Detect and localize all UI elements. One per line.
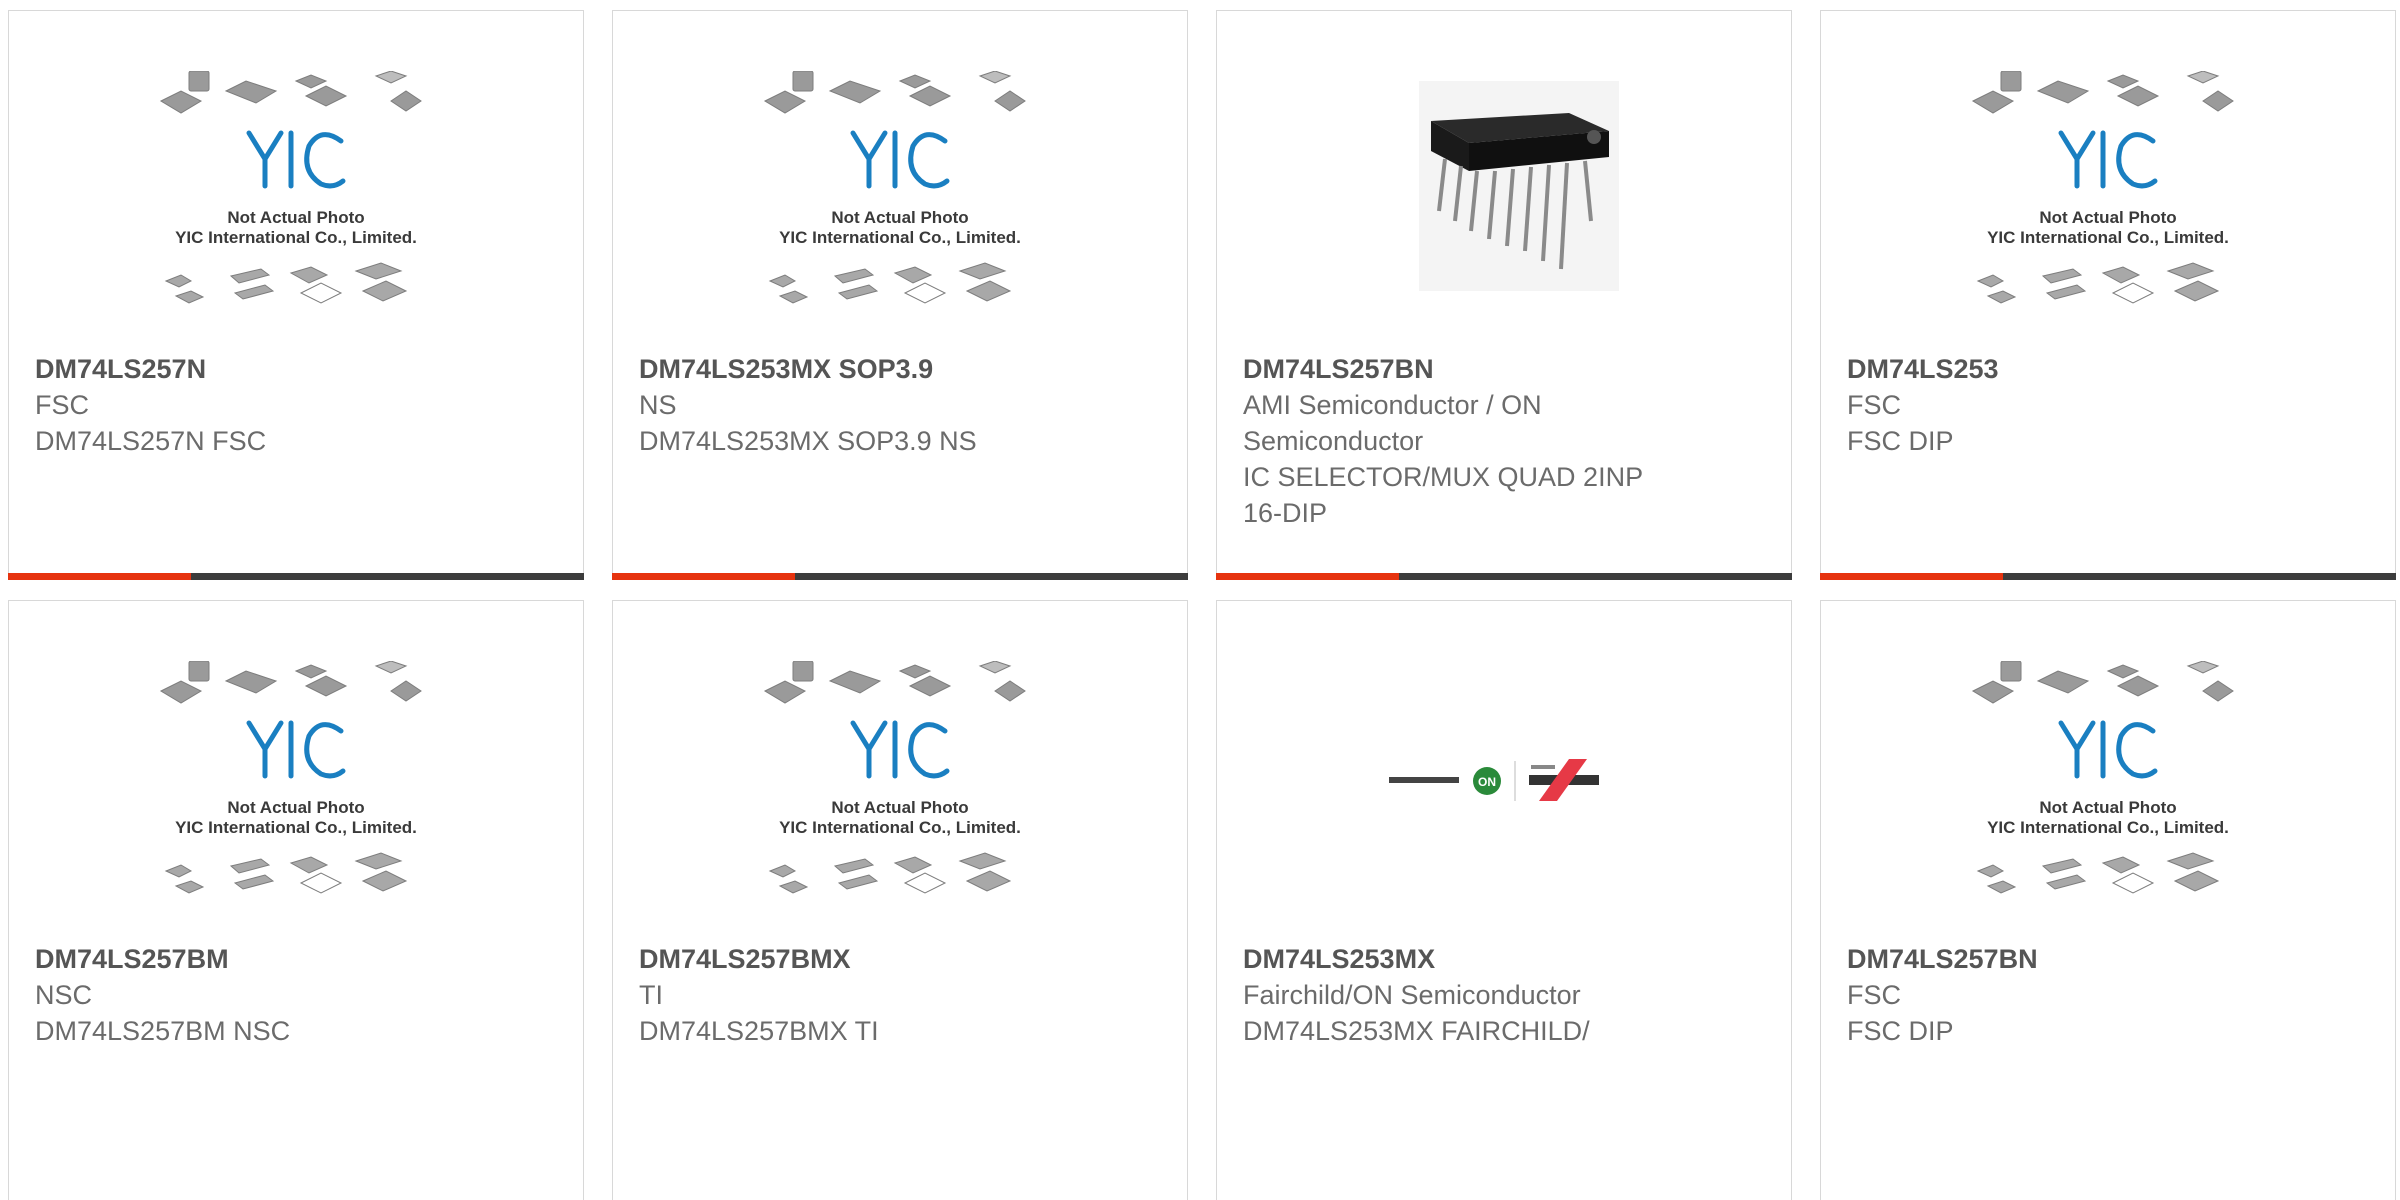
product-title[interactable]: DM74LS253 bbox=[1847, 351, 2369, 387]
svg-text:YIC International Co., Limited: YIC International Co., Limited. bbox=[1987, 818, 2229, 837]
on-fairchild-logo: ON bbox=[1389, 759, 1599, 801]
product-card[interactable]: Not Actual Photo YIC International Co., … bbox=[612, 10, 1188, 580]
svg-text:YIC International Co., Limited: YIC International Co., Limited. bbox=[175, 818, 417, 837]
product-title[interactable]: DM74LS257BM bbox=[35, 941, 557, 977]
product-title[interactable]: DM74LS253MX SOP3.9 bbox=[639, 351, 1161, 387]
product-detail-line: AMI Semiconductor / ON bbox=[1243, 390, 1542, 420]
placeholder-image: Not Actual Photo YIC International Co., … bbox=[763, 71, 1026, 304]
product-image[interactable]: Not Actual Photo YIC International Co., … bbox=[1963, 661, 2253, 941]
product-detail-line: IC SELECTOR/MUX QUAD 2INP bbox=[1243, 462, 1644, 492]
product-detail-line: Fairchild/ON Semiconductor bbox=[1243, 980, 1581, 1010]
svg-text:YIC International Co., Limited: YIC International Co., Limited. bbox=[779, 818, 1021, 837]
svg-text:Not Actual Photo: Not Actual Photo bbox=[227, 208, 364, 227]
product-detail-line: DM74LS257N FSC bbox=[35, 426, 267, 456]
product-info: DM74LS257N FSC DM74LS257N FSC bbox=[35, 351, 557, 459]
product-card[interactable]: Not Actual Photo YIC International Co., … bbox=[1820, 10, 2396, 580]
product-title[interactable]: DM74LS257BN bbox=[1847, 941, 2369, 977]
svg-text:YIC International Co., Limited: YIC International Co., Limited. bbox=[779, 228, 1021, 247]
product-title[interactable]: DM74LS257N bbox=[35, 351, 557, 387]
product-detail-line: FSC bbox=[35, 390, 89, 420]
product-detail-line: TI bbox=[639, 980, 663, 1010]
product-card[interactable]: ON DM74LS253MX Fairchild/ON Semiconductor… bbox=[1216, 600, 1792, 1200]
accent-bar bbox=[1820, 573, 2396, 580]
svg-text:YIC International Co., Limited: YIC International Co., Limited. bbox=[175, 228, 417, 247]
product-image[interactable] bbox=[1359, 71, 1649, 351]
product-title[interactable]: DM74LS257BN bbox=[1243, 351, 1765, 387]
product-card[interactable]: Not Actual Photo YIC International Co., … bbox=[1820, 600, 2396, 1200]
placeholder-image: Not Actual Photo YIC International Co., … bbox=[159, 661, 422, 894]
svg-text:Not Actual Photo: Not Actual Photo bbox=[2039, 208, 2176, 227]
product-detail-line: DM74LS253MX SOP3.9 NS bbox=[639, 426, 977, 456]
placeholder-image: Not Actual Photo YIC International Co., … bbox=[159, 71, 422, 304]
product-detail-line: 16-DIP bbox=[1243, 498, 1328, 528]
product-image[interactable]: Not Actual Photo YIC International Co., … bbox=[151, 71, 441, 351]
product-title[interactable]: DM74LS253MX bbox=[1243, 941, 1765, 977]
product-info: DM74LS257BM NSC DM74LS257BM NSC bbox=[35, 941, 557, 1049]
svg-text:Not Actual Photo: Not Actual Photo bbox=[831, 798, 968, 817]
product-detail-line: FSC bbox=[1847, 390, 1901, 420]
accent-bar bbox=[1216, 573, 1792, 580]
accent-bar bbox=[8, 573, 584, 580]
svg-text:Not Actual Photo: Not Actual Photo bbox=[227, 798, 364, 817]
product-image[interactable]: Not Actual Photo YIC International Co., … bbox=[151, 661, 441, 941]
svg-text:Not Actual Photo: Not Actual Photo bbox=[831, 208, 968, 227]
product-info: DM74LS257BMX TI DM74LS257BMX TI bbox=[639, 941, 1161, 1049]
product-image[interactable]: Not Actual Photo YIC International Co., … bbox=[1963, 71, 2253, 351]
product-info: DM74LS253MX Fairchild/ON Semiconductor DM7… bbox=[1243, 941, 1765, 1049]
product-image[interactable]: Not Actual Photo YIC International Co., … bbox=[755, 71, 1045, 351]
product-card[interactable]: Not Actual Photo YIC International Co., … bbox=[612, 600, 1188, 1200]
product-info: DM74LS253MX SOP3.9 NS DM74LS253MX SOP3.9 N… bbox=[639, 351, 1161, 459]
placeholder-image: Not Actual Photo YIC International Co., … bbox=[1971, 661, 2234, 894]
placeholder-image: Not Actual Photo YIC International Co., … bbox=[763, 661, 1026, 894]
product-title[interactable]: DM74LS257BMX bbox=[639, 941, 1161, 977]
product-detail-line: DM74LS253MX FAIRCHILD/ bbox=[1243, 1016, 1590, 1046]
svg-text:Not Actual Photo: Not Actual Photo bbox=[2039, 798, 2176, 817]
product-image[interactable]: ON bbox=[1359, 661, 1649, 941]
dip-chip-photo bbox=[1419, 81, 1619, 291]
product-image[interactable]: Not Actual Photo YIC International Co., … bbox=[755, 661, 1045, 941]
product-detail-line: Semiconductor bbox=[1243, 426, 1424, 456]
product-card[interactable]: Not Actual Photo YIC International Co., … bbox=[8, 600, 584, 1200]
product-info: DM74LS253 FSC FSC DIP bbox=[1847, 351, 2369, 459]
svg-text:ON: ON bbox=[1478, 775, 1496, 789]
product-info: DM74LS257BN FSC FSC DIP bbox=[1847, 941, 2369, 1049]
product-detail-line: FSC DIP bbox=[1847, 1016, 1954, 1046]
product-detail-line: FSC DIP bbox=[1847, 426, 1954, 456]
product-info: DM74LS257BN AMI Semiconductor / ON Semicon… bbox=[1243, 351, 1765, 531]
product-detail-line: FSC bbox=[1847, 980, 1901, 1010]
product-detail-line: NSC bbox=[35, 980, 93, 1010]
placeholder-image: Not Actual Photo YIC International Co., … bbox=[1971, 71, 2234, 304]
svg-text:YIC International Co., Limited: YIC International Co., Limited. bbox=[1987, 228, 2229, 247]
product-card[interactable]: DM74LS257BN AMI Semiconductor / ON Semicon… bbox=[1216, 10, 1792, 580]
product-detail-line: DM74LS257BM NSC bbox=[35, 1016, 291, 1046]
accent-bar bbox=[612, 573, 1188, 580]
product-card[interactable]: Not Actual Photo YIC International Co., … bbox=[8, 10, 584, 580]
product-detail-line: DM74LS257BMX TI bbox=[639, 1016, 879, 1046]
product-detail-line: NS bbox=[639, 390, 677, 420]
